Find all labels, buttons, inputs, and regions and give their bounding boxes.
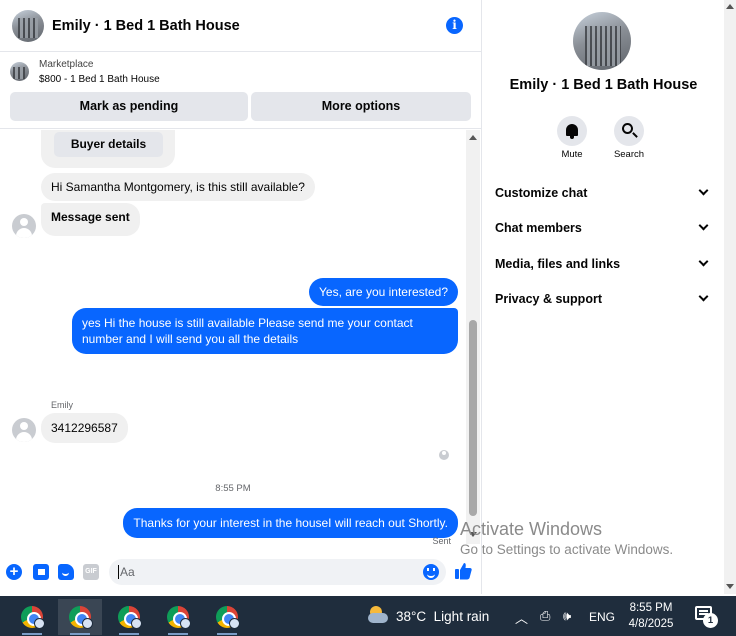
mute-button[interactable] bbox=[557, 116, 587, 146]
chevron-down-icon bbox=[698, 220, 709, 231]
taskbar-chrome-3[interactable] bbox=[107, 599, 151, 635]
bell-icon bbox=[566, 124, 578, 139]
contact-avatar[interactable] bbox=[12, 418, 36, 442]
chat-details-panel: Emily · 1 Bed 1 Bath House Mute Search C… bbox=[481, 0, 724, 594]
composer: + GIF Aa bbox=[0, 556, 481, 590]
search-label: Search bbox=[613, 149, 645, 160]
running-indicator bbox=[119, 633, 139, 635]
contact-avatar[interactable] bbox=[12, 214, 36, 238]
clock[interactable]: 8:55 PM 4/8/2025 bbox=[620, 600, 682, 632]
info-icon[interactable]: i bbox=[446, 17, 463, 34]
volume-icon[interactable]: 🕪 bbox=[563, 608, 571, 624]
running-indicator bbox=[217, 633, 237, 635]
read-receipt-avatar bbox=[439, 450, 449, 460]
weather-text[interactable]: 38°C Light rain bbox=[396, 609, 489, 624]
sent-status: Sent bbox=[432, 536, 451, 546]
section-chat-members[interactable]: Chat members bbox=[495, 219, 711, 239]
scroll-up-arrow-icon[interactable] bbox=[726, 4, 734, 9]
section-label: Chat members bbox=[495, 221, 582, 235]
chevron-down-icon bbox=[698, 256, 709, 267]
weather-icon[interactable] bbox=[366, 605, 388, 625]
taskbar: 38°C Light rain ︿ ⎙ 🕪 ENG 8:55 PM 4/8/20… bbox=[0, 596, 736, 636]
running-indicator bbox=[70, 633, 90, 635]
mark-as-pending-button[interactable]: Mark as pending bbox=[10, 92, 248, 121]
scrollbar-thumb[interactable] bbox=[469, 320, 477, 516]
running-indicator bbox=[168, 633, 188, 635]
page-scrollbar[interactable] bbox=[724, 0, 736, 594]
chat-scrollbar[interactable] bbox=[466, 130, 480, 544]
clock-date: 4/8/2025 bbox=[628, 618, 674, 630]
image-icon[interactable] bbox=[33, 564, 49, 580]
network-icon[interactable]: ⎙ bbox=[540, 608, 550, 624]
chat-header: Emily · 1 Bed 1 Bath House i bbox=[0, 0, 481, 52]
text-caret bbox=[118, 565, 119, 579]
listing-avatar-large[interactable] bbox=[573, 12, 631, 70]
section-label: Privacy & support bbox=[495, 292, 602, 306]
marketplace-bar: Marketplace $800 - 1 Bed 1 Bath House Ma… bbox=[0, 53, 481, 129]
sticker-icon[interactable] bbox=[58, 564, 74, 580]
language-indicator[interactable]: ENG bbox=[589, 610, 615, 624]
listing-thumbnail[interactable] bbox=[10, 62, 29, 81]
message-bubble-incoming: Message sent bbox=[41, 203, 140, 236]
marketplace-label: Marketplace bbox=[39, 59, 94, 70]
screen: Emily · 1 Bed 1 Bath House i Marketplace… bbox=[0, 0, 736, 636]
chevron-down-icon bbox=[698, 291, 709, 302]
section-media-files-links[interactable]: Media, files and links bbox=[495, 255, 711, 275]
profile-badge-icon bbox=[180, 618, 191, 629]
chat-title[interactable]: Emily · 1 Bed 1 Bath House bbox=[52, 18, 240, 34]
cloud-shape bbox=[368, 613, 388, 623]
taskbar-chrome-2[interactable] bbox=[58, 599, 102, 635]
message-bubble-outgoing: Yes, are you interested? bbox=[309, 278, 458, 306]
plus-icon[interactable]: + bbox=[6, 564, 22, 580]
chat-pane: Emily · 1 Bed 1 Bath House i Marketplace… bbox=[0, 0, 481, 594]
taskbar-chrome-5[interactable] bbox=[205, 599, 249, 635]
profile-badge-icon bbox=[131, 618, 142, 629]
message-timestamp: 8:55 PM bbox=[215, 483, 251, 494]
section-privacy-support[interactable]: Privacy & support bbox=[495, 290, 711, 310]
mute-label: Mute bbox=[561, 149, 583, 160]
search-icon bbox=[622, 123, 633, 134]
section-label: Customize chat bbox=[495, 186, 588, 200]
details-title: Emily · 1 Bed 1 Bath House bbox=[509, 77, 698, 93]
more-options-button[interactable]: More options bbox=[251, 92, 471, 121]
section-customize-chat[interactable]: Customize chat bbox=[495, 184, 711, 204]
profile-badge-icon bbox=[229, 618, 240, 629]
message-bubble-outgoing: yes Hi the house is still available Plea… bbox=[72, 308, 458, 354]
message-bubble-outgoing: Thanks for your interest in the houseI w… bbox=[123, 508, 458, 538]
message-input-placeholder: Aa bbox=[120, 565, 135, 579]
chevron-down-icon bbox=[698, 185, 709, 196]
running-indicator bbox=[22, 633, 42, 635]
sender-name: Emily bbox=[51, 400, 73, 410]
thumbs-up-icon[interactable] bbox=[455, 562, 472, 580]
taskbar-chrome-1[interactable] bbox=[10, 599, 54, 635]
message-bubble-incoming: 3412296587 bbox=[41, 413, 128, 443]
chevron-up-icon[interactable]: ︿ bbox=[515, 608, 528, 627]
listing-avatar[interactable] bbox=[12, 9, 44, 42]
search-button[interactable] bbox=[614, 116, 644, 146]
clock-time: 8:55 PM bbox=[629, 602, 673, 614]
scroll-up-arrow-icon[interactable] bbox=[469, 135, 477, 140]
buyer-details-button[interactable]: Buyer details bbox=[54, 132, 163, 157]
gif-icon[interactable]: GIF bbox=[83, 564, 99, 580]
profile-badge-icon bbox=[82, 618, 93, 629]
taskbar-chrome-4[interactable] bbox=[156, 599, 200, 635]
message-list[interactable]: Buyer details Hi Samantha Montgomery, is… bbox=[0, 130, 466, 554]
message-input[interactable]: Aa bbox=[109, 559, 446, 585]
emoji-icon[interactable] bbox=[423, 564, 439, 580]
profile-badge-icon bbox=[34, 618, 45, 629]
listing-title[interactable]: $800 - 1 Bed 1 Bath House bbox=[39, 74, 160, 85]
notification-badge: 1 bbox=[703, 613, 718, 628]
scroll-down-arrow-icon[interactable] bbox=[469, 532, 477, 537]
scroll-down-arrow-icon[interactable] bbox=[726, 584, 734, 589]
section-label: Media, files and links bbox=[495, 257, 621, 271]
message-bubble-incoming: Hi Samantha Montgomery, is this still av… bbox=[41, 173, 315, 201]
